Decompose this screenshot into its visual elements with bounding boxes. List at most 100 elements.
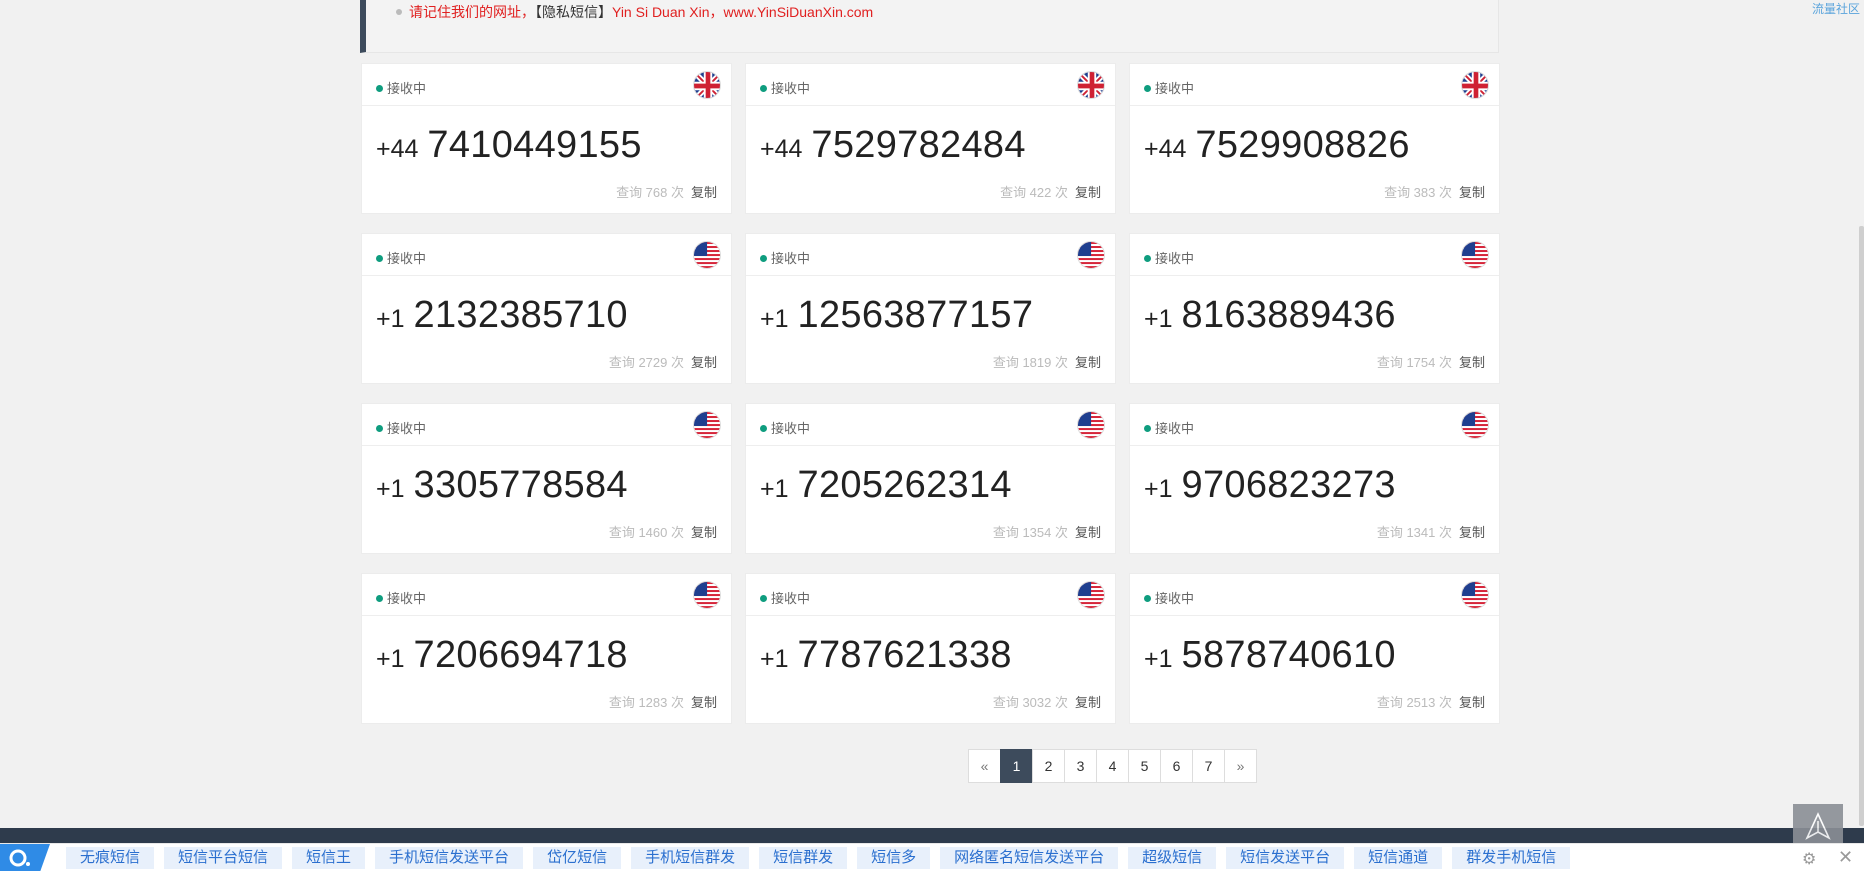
phone-digits[interactable]: 7410449155 <box>427 124 641 166</box>
phone-digits[interactable]: 5878740610 <box>1182 634 1396 676</box>
phone-number[interactable]: +44 7529782484 <box>760 124 1026 167</box>
copy-button[interactable]: 复制 <box>1075 525 1101 540</box>
number-card[interactable]: 接收中 +1 8163889436 查询 1754 次复制 <box>1129 233 1500 384</box>
phone-number[interactable]: +1 2132385710 <box>376 294 628 337</box>
card-header: 接收中 <box>362 64 731 106</box>
phone-digits[interactable]: 7206694718 <box>414 634 628 676</box>
ad-link[interactable]: 短信王 <box>292 847 366 869</box>
ad-link[interactable]: 群发手机短信 <box>1452 847 1571 869</box>
number-card[interactable]: 接收中 +44 7529908826 查询 383 次复制 <box>1129 63 1500 214</box>
number-card[interactable]: 接收中 +1 7787621338 查询 3032 次复制 <box>745 573 1116 724</box>
ad-link[interactable]: 无痕短信 <box>66 847 155 869</box>
close-icon[interactable]: ✕ <box>1838 847 1853 868</box>
copy-button[interactable]: 复制 <box>691 185 717 200</box>
ad-link[interactable]: 短信通道 <box>1354 847 1443 869</box>
us-flag-icon <box>1077 411 1105 439</box>
ad-link[interactable]: 短信平台短信 <box>164 847 283 869</box>
query-count: 查询 1819 次 <box>992 355 1068 370</box>
ad-link[interactable]: 岱亿短信 <box>533 847 622 869</box>
status-label: 接收中 <box>760 248 810 267</box>
gear-icon[interactable]: ⚙ <box>1802 849 1816 869</box>
pagination-prev[interactable]: « <box>968 749 1001 783</box>
phone-number[interactable]: +1 3305778584 <box>376 464 628 507</box>
copy-button[interactable]: 复制 <box>1459 185 1485 200</box>
card-meta: 查询 1460 次复制 <box>609 522 717 541</box>
phone-digits[interactable]: 7529782484 <box>811 124 1025 166</box>
status-dot-icon <box>376 425 383 432</box>
copy-button[interactable]: 复制 <box>691 525 717 540</box>
card-meta: 查询 1354 次复制 <box>993 522 1101 541</box>
status-text: 接收中 <box>771 81 811 96</box>
country-code: +1 <box>376 305 405 333</box>
pagination-page[interactable]: 3 <box>1064 749 1097 783</box>
phone-digits[interactable]: 7787621338 <box>798 634 1012 676</box>
pagination-page[interactable]: 5 <box>1128 749 1161 783</box>
number-card[interactable]: 接收中 +1 9706823273 查询 1341 次复制 <box>1129 403 1500 554</box>
pagination-page[interactable]: 7 <box>1192 749 1225 783</box>
phone-number[interactable]: +1 7206694718 <box>376 634 628 677</box>
copy-button[interactable]: 复制 <box>1459 355 1485 370</box>
number-card[interactable]: 接收中 +1 12563877157 查询 1819 次复制 <box>745 233 1116 384</box>
status-text: 接收中 <box>1155 251 1195 266</box>
phone-digits[interactable]: 12563877157 <box>798 294 1034 336</box>
phone-number[interactable]: +1 8163889436 <box>1144 294 1396 337</box>
phone-digits[interactable]: 8163889436 <box>1182 294 1396 336</box>
copy-button[interactable]: 复制 <box>1459 525 1485 540</box>
number-card[interactable]: 接收中 +1 7205262314 查询 1354 次复制 <box>745 403 1116 554</box>
ad-link[interactable]: 手机短信群发 <box>631 847 750 869</box>
copy-button[interactable]: 复制 <box>1075 355 1101 370</box>
copy-button[interactable]: 复制 <box>691 695 717 710</box>
query-count: 查询 1754 次 <box>1376 355 1452 370</box>
back-to-top-button[interactable] <box>1793 804 1843 848</box>
ad-link[interactable]: 短信多 <box>857 847 931 869</box>
phone-digits[interactable]: 7205262314 <box>798 464 1012 506</box>
pagination-page[interactable]: 1 <box>1000 749 1033 783</box>
card-meta: 查询 2729 次复制 <box>609 352 717 371</box>
pagination-next[interactable]: » <box>1224 749 1257 783</box>
phone-number[interactable]: +44 7529908826 <box>1144 124 1410 167</box>
copy-button[interactable]: 复制 <box>1075 695 1101 710</box>
number-card[interactable]: 接收中 +44 7529782484 查询 422 次复制 <box>745 63 1116 214</box>
ad-link[interactable]: 超级短信 <box>1128 847 1217 869</box>
phone-number[interactable]: +1 7205262314 <box>760 464 1012 507</box>
us-flag-icon <box>1461 581 1489 609</box>
phone-number[interactable]: +44 7410449155 <box>376 124 642 167</box>
us-flag-icon <box>1461 411 1489 439</box>
rocket-up-icon <box>1805 812 1831 840</box>
number-card[interactable]: 接收中 +1 3305778584 查询 1460 次复制 <box>361 403 732 554</box>
query-count: 查询 3032 次 <box>992 695 1068 710</box>
phone-digits[interactable]: 7529908826 <box>1195 124 1409 166</box>
phone-number[interactable]: +1 7787621338 <box>760 634 1012 677</box>
pagination-page[interactable]: 2 <box>1032 749 1065 783</box>
status-dot-icon <box>1144 425 1151 432</box>
phone-digits[interactable]: 3305778584 <box>414 464 628 506</box>
side-community-link[interactable]: 流量社区 <box>1812 0 1860 17</box>
country-code: +1 <box>760 305 789 333</box>
copy-button[interactable]: 复制 <box>1075 185 1101 200</box>
ad-link[interactable]: 短信发送平台 <box>1226 847 1345 869</box>
pagination-page[interactable]: 6 <box>1160 749 1193 783</box>
phone-digits[interactable]: 2132385710 <box>414 294 628 336</box>
phone-number[interactable]: +1 12563877157 <box>760 294 1033 337</box>
phone-number[interactable]: +1 9706823273 <box>1144 464 1396 507</box>
pagination-page[interactable]: 4 <box>1096 749 1129 783</box>
number-card[interactable]: 接收中 +1 2132385710 查询 2729 次复制 <box>361 233 732 384</box>
scrollbar[interactable] <box>1859 226 1864 826</box>
phone-digits[interactable]: 9706823273 <box>1182 464 1396 506</box>
query-count: 查询 1354 次 <box>992 525 1068 540</box>
number-card[interactable]: 接收中 +1 7206694718 查询 1283 次复制 <box>361 573 732 724</box>
bullet-icon <box>396 9 402 15</box>
number-card[interactable]: 接收中 +44 7410449155 查询 768 次复制 <box>361 63 732 214</box>
card-meta: 查询 1283 次复制 <box>609 692 717 711</box>
copy-button[interactable]: 复制 <box>691 355 717 370</box>
us-flag-icon <box>693 241 721 269</box>
card-header: 接收中 <box>1130 64 1499 106</box>
phone-number[interactable]: +1 5878740610 <box>1144 634 1396 677</box>
number-card[interactable]: 接收中 +1 5878740610 查询 2513 次复制 <box>1129 573 1500 724</box>
ad-link[interactable]: 短信群发 <box>759 847 848 869</box>
ad-link[interactable]: 网络匿名短信发送平台 <box>940 847 1119 869</box>
country-code: +1 <box>1144 475 1173 503</box>
ad-link[interactable]: 手机短信发送平台 <box>375 847 524 869</box>
notice-url[interactable]: Yin Si Duan Xin，www.YinSiDuanXin.com <box>612 4 873 20</box>
copy-button[interactable]: 复制 <box>1459 695 1485 710</box>
